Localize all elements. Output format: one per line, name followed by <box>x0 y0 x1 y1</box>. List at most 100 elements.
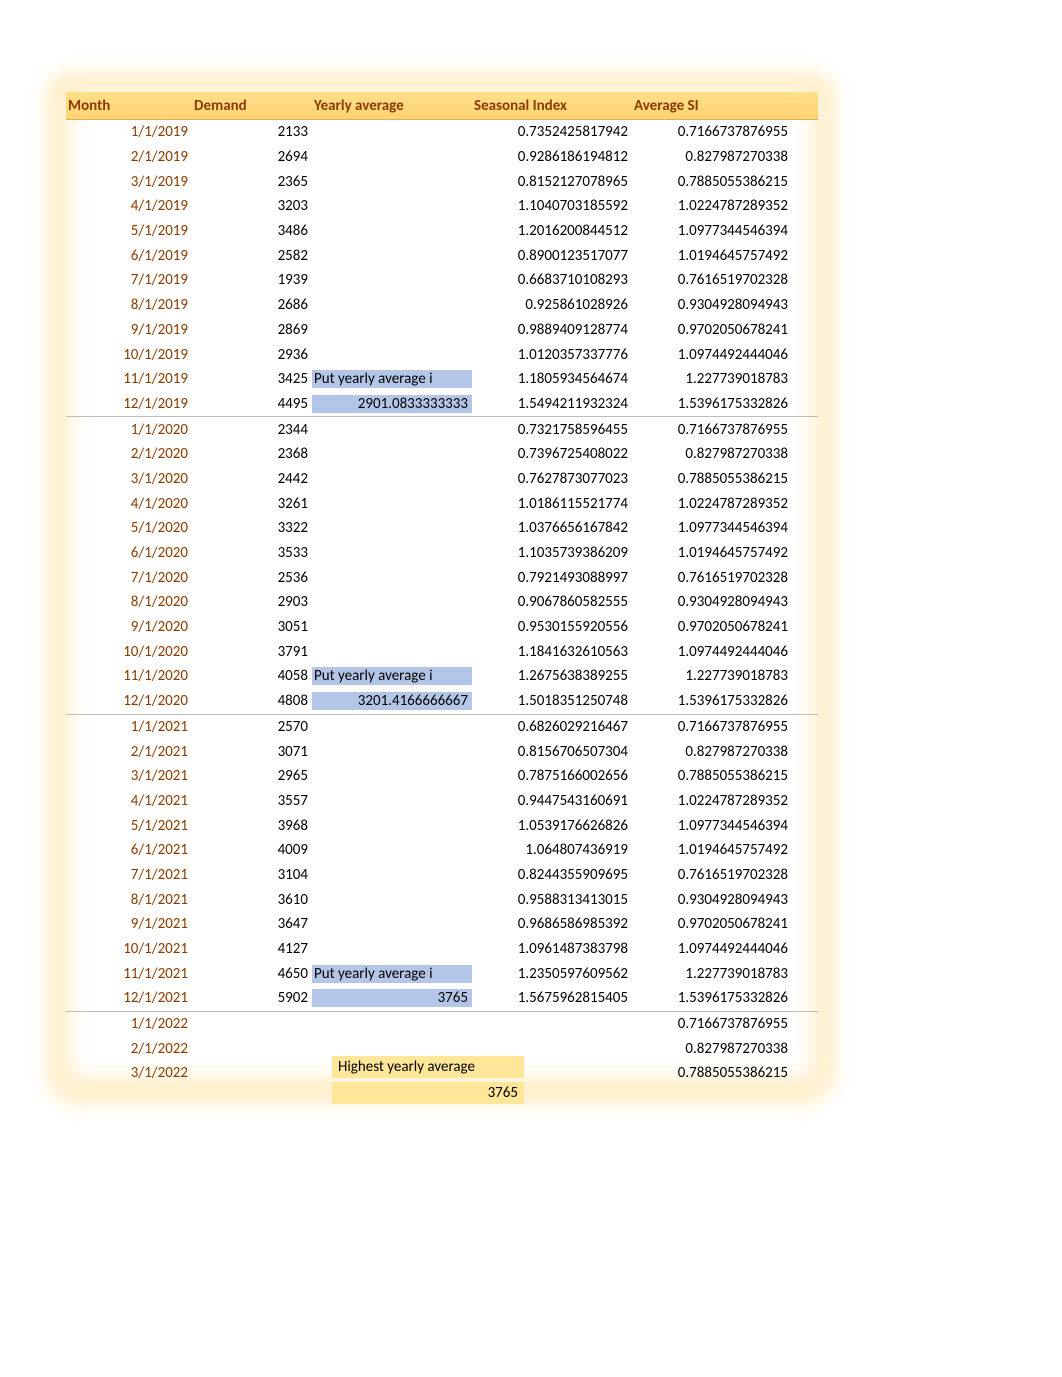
cell-demand: 3051 <box>192 618 312 636</box>
highest-yearly-average-label: Highest yearly average <box>332 1056 524 1078</box>
table-row: 8/1/201926860.9258610289260.930492809494… <box>66 293 818 318</box>
cell-seasonal-index: 1.5675962815405 <box>472 989 632 1007</box>
cell-month: 3/1/2020 <box>66 470 192 488</box>
seasonal-index-table: Month Demand Yearly average Seasonal Ind… <box>66 92 818 1086</box>
cell-average-si: 1.5396175332826 <box>632 989 792 1007</box>
cell-seasonal-index: 0.7875166002656 <box>472 767 632 785</box>
cell-average-si: 0.827987270338 <box>632 743 792 761</box>
cell-seasonal-index: 0.6683710108293 <box>472 271 632 289</box>
table-row: 7/1/202131040.82443559096950.76165197023… <box>66 863 818 888</box>
cell-demand: 5902 <box>192 989 312 1007</box>
cell-average-si: 1.5396175332826 <box>632 395 792 413</box>
cell-average-si: 1.0224787289352 <box>632 495 792 513</box>
table-row: 3/1/201923650.81521270789650.78850553862… <box>66 169 818 194</box>
table-row: 8/1/202136100.95883134130150.93049280949… <box>66 887 818 912</box>
table-row: 12/1/2021590237651.56759628154051.539617… <box>66 986 818 1012</box>
cell-average-si: 0.7166737876955 <box>632 123 792 141</box>
cell-demand: 2686 <box>192 296 312 314</box>
table-row: 3/1/202129650.78751660026560.78850553862… <box>66 764 818 789</box>
cell-seasonal-index: 1.064807436919 <box>472 841 632 859</box>
cell-seasonal-index: 1.0186115521774 <box>472 495 632 513</box>
cell-average-si: 0.7166737876955 <box>632 421 792 439</box>
cell-month: 9/1/2021 <box>66 915 192 933</box>
table-row: 5/1/202033221.03766561678421.09773445463… <box>66 516 818 541</box>
cell-demand: 1939 <box>192 271 312 289</box>
cell-month: 5/1/2021 <box>66 817 192 835</box>
cell-month: 7/1/2019 <box>66 271 192 289</box>
cell-month: 2/1/2021 <box>66 743 192 761</box>
table-row: 2/1/201926940.92861861948120.82798727033… <box>66 145 818 170</box>
table-row: 3/1/202024420.76278730770230.78850553862… <box>66 467 818 492</box>
cell-demand: 4650 <box>192 965 312 983</box>
cell-seasonal-index: 0.9067860582555 <box>472 593 632 611</box>
cell-yearly-average: 3201.4166666667 <box>312 692 472 710</box>
table-row: 11/1/20204058Put yearly average i1.26756… <box>66 664 818 689</box>
cell-month: 3/1/2019 <box>66 173 192 191</box>
cell-month: 1/1/2020 <box>66 421 192 439</box>
cell-seasonal-index: 0.9686586985392 <box>472 915 632 933</box>
cell-average-si: 0.7616519702328 <box>632 569 792 587</box>
table-row: 4/1/201932031.10407031855921.02247872893… <box>66 194 818 219</box>
cell-month: 12/1/2021 <box>66 989 192 1007</box>
cell-month: 2/1/2022 <box>66 1040 192 1058</box>
cell-average-si: 0.7885055386215 <box>632 1064 792 1082</box>
table-row: 1/1/202023440.73217585964550.71667378769… <box>66 417 818 442</box>
header-average-si: Average SI <box>632 97 792 115</box>
cell-month: 2/1/2019 <box>66 148 192 166</box>
cell-seasonal-index: 0.8156706507304 <box>472 743 632 761</box>
cell-demand: 2442 <box>192 470 312 488</box>
cell-demand: 2965 <box>192 767 312 785</box>
cell-seasonal-index: 0.9588313413015 <box>472 891 632 909</box>
table-row: 7/1/20191939 0.66837101082930.76165197023… <box>66 268 818 293</box>
cell-seasonal-index: 0.7396725408022 <box>472 445 632 463</box>
cell-average-si: 1.0977344546394 <box>632 817 792 835</box>
cell-demand: 3203 <box>192 197 312 215</box>
cell-month: 1/1/2021 <box>66 718 192 736</box>
cell-seasonal-index: 0.8152127078965 <box>472 173 632 191</box>
cell-month: 7/1/2021 <box>66 866 192 884</box>
table-row: 12/1/202048083201.41666666671.5018351250… <box>66 689 818 715</box>
cell-demand: 2133 <box>192 123 312 141</box>
table-row: 8/1/202029030.90678605825550.93049280949… <box>66 590 818 615</box>
table-row: 6/1/202035331.10357393862091.01946457574… <box>66 541 818 566</box>
cell-seasonal-index: 1.2675638389255 <box>472 667 632 685</box>
cell-seasonal-index: 1.1841632610563 <box>472 643 632 661</box>
cell-average-si: 1.227739018783 <box>632 965 792 983</box>
cell-month: 1/1/2022 <box>66 1015 192 1033</box>
cell-average-si: 1.5396175332826 <box>632 692 792 710</box>
cell-average-si: 1.0974492444046 <box>632 940 792 958</box>
table-row: 12/1/201944952901.08333333331.5494211932… <box>66 392 818 418</box>
table-row: 9/1/202030510.95301559205560.97020506782… <box>66 615 818 640</box>
table-row: 11/1/20214650Put yearly average i1.23505… <box>66 961 818 986</box>
cell-seasonal-index: 0.7321758596455 <box>472 421 632 439</box>
cell-demand: 3486 <box>192 222 312 240</box>
cell-seasonal-index: 1.0120357337776 <box>472 346 632 364</box>
cell-month: 4/1/2020 <box>66 495 192 513</box>
cell-month: 10/1/2021 <box>66 940 192 958</box>
cell-month: 12/1/2019 <box>66 395 192 413</box>
cell-month: 8/1/2019 <box>66 296 192 314</box>
cell-month: 3/1/2021 <box>66 767 192 785</box>
cell-seasonal-index: 1.0961487383798 <box>472 940 632 958</box>
cell-month: 10/1/2019 <box>66 346 192 364</box>
cell-average-si: 0.7616519702328 <box>632 271 792 289</box>
table-row: 4/1/202032611.01861155217741.02247872893… <box>66 491 818 516</box>
cell-average-si: 0.7166737876955 <box>632 718 792 736</box>
table-row: 5/1/202139681.05391766268261.09773445463… <box>66 813 818 838</box>
cell-average-si: 1.0977344546394 <box>632 519 792 537</box>
cell-average-si: 1.0977344546394 <box>632 222 792 240</box>
cell-average-si: 0.9702050678241 <box>632 915 792 933</box>
cell-yearly-average: 3765 <box>312 989 472 1007</box>
cell-demand: 2368 <box>192 445 312 463</box>
cell-yearly-average: Put yearly average i <box>312 370 472 388</box>
cell-month: 4/1/2021 <box>66 792 192 810</box>
cell-yearly-average: 2901.0833333333 <box>312 395 472 413</box>
cell-month: 7/1/2020 <box>66 569 192 587</box>
header-seasonal-index: Seasonal Index <box>472 97 632 115</box>
table-header-row: Month Demand Yearly average Seasonal Ind… <box>66 92 818 120</box>
cell-average-si: 1.0194645757492 <box>632 841 792 859</box>
cell-seasonal-index: 1.1805934564674 <box>472 370 632 388</box>
cell-seasonal-index: 1.5494211932324 <box>472 395 632 413</box>
table-row: 1/1/201921330.73524258179420.71667378769… <box>66 120 818 145</box>
cell-demand: 2570 <box>192 718 312 736</box>
